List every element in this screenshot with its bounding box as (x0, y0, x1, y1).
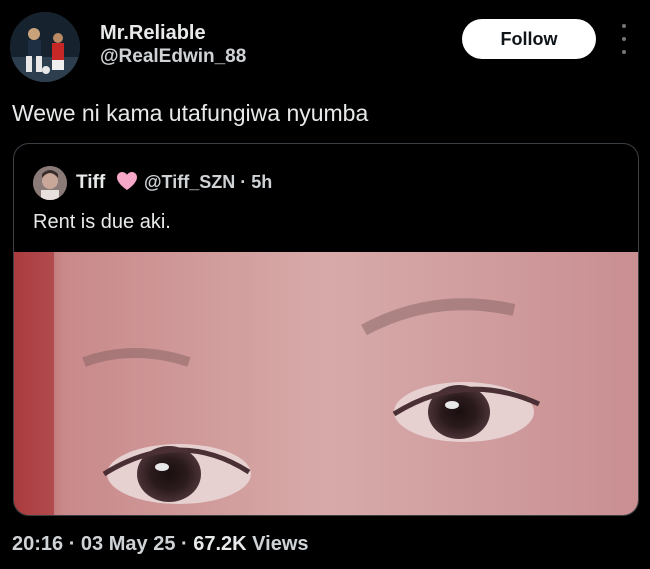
quoted-profile-photo (33, 166, 67, 200)
follow-button[interactable]: Follow (462, 19, 596, 59)
quoted-author-name[interactable]: Tiff (76, 172, 105, 194)
quoted-tweet-text: Rent is due aki. (33, 211, 171, 233)
pink-heart-icon (117, 172, 137, 190)
profile-photo (10, 12, 80, 82)
more-dot (622, 50, 626, 54)
more-options-icon[interactable] (614, 24, 634, 54)
more-dot (622, 24, 626, 28)
quoted-author-handle-time[interactable]: @Tiff_SZN · 5h (144, 172, 272, 193)
author-avatar[interactable] (10, 12, 80, 82)
tweet-text: Wewe ni kama utafungiwa nyumba (12, 100, 369, 126)
more-dot (622, 37, 626, 41)
quoted-tweet-card[interactable]: Tiff @Tiff_SZN · 5h Rent is due aki. (13, 143, 639, 516)
quoted-media-photo[interactable] (14, 252, 638, 515)
author-handle[interactable]: @RealEdwin_88 (100, 46, 246, 68)
views-label: Views (252, 533, 309, 555)
quoted-author-avatar[interactable] (33, 166, 67, 200)
tweet-timestamp[interactable]: 20:16 · 03 May 25 · (12, 533, 188, 555)
views-count: 67.2K (193, 533, 247, 555)
tweet-meta: 20:16 · 03 May 25 · 67.2K Views (12, 533, 309, 556)
author-display-name[interactable]: Mr.Reliable (100, 22, 206, 45)
